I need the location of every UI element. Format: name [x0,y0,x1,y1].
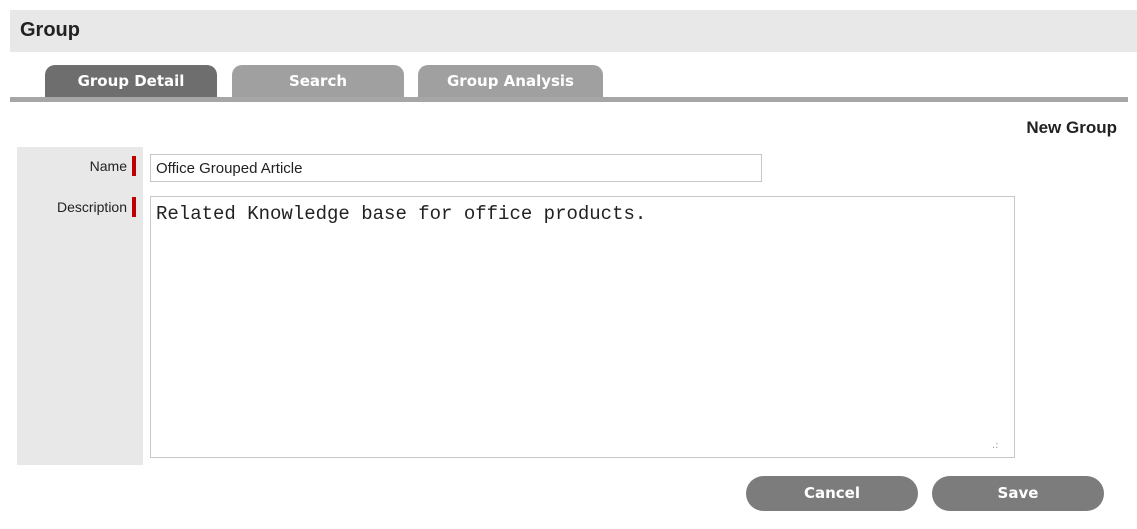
name-input[interactable] [150,154,762,182]
description-textarea[interactable]: Related Knowledge base for office produc… [150,196,1015,458]
label-column [17,147,143,465]
tab-group-analysis[interactable]: Group Analysis [418,65,603,98]
name-label: Name [89,158,127,174]
tab-search[interactable]: Search [232,65,404,98]
save-button[interactable]: Save [932,476,1104,511]
cancel-button[interactable]: Cancel [746,476,918,511]
name-required-indicator [132,156,136,176]
page-header: Group [10,10,1137,52]
description-required-indicator [132,197,136,217]
description-label: Description [56,199,127,215]
tab-strip-divider [10,97,1128,102]
resize-grip-icon[interactable]: .: [992,440,999,451]
form-subtitle: New Group [1026,118,1117,137]
tab-group-detail[interactable]: Group Detail [45,65,217,98]
page-title: Group [20,19,80,41]
group-page: Group Group Detail Search Group Analysis… [0,0,1137,529]
